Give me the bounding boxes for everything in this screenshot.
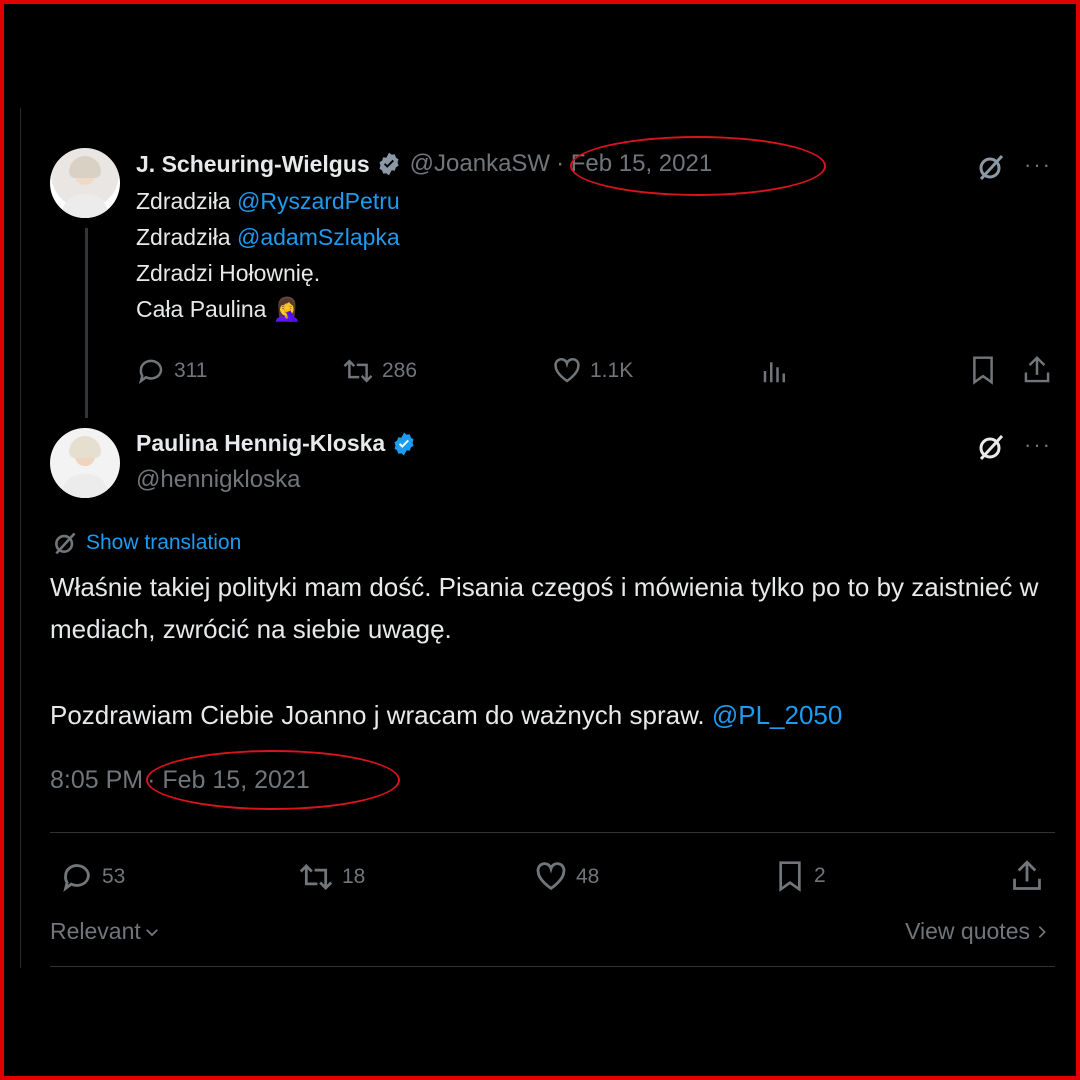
tweet-body: Właśnie takiej polityki mam dość. Pisani… (50, 572, 1039, 644)
tweet-date: · Feb 15, 2021 (147, 766, 310, 794)
heart-icon (536, 862, 566, 891)
view-quotes-label: View quotes (905, 918, 1030, 944)
tweet-timestamp[interactable]: 8:05 PM · Feb 15, 2021 (50, 766, 310, 795)
like-count: 1.1K (590, 359, 634, 382)
tweet-date[interactable]: · Feb 15, 2021 (556, 150, 712, 178)
reply-count: 311 (174, 359, 208, 382)
tweet-body: Pozdrawiam Ciebie Joanno j wracam do waż… (50, 700, 843, 730)
sort-dropdown[interactable]: Relevant (50, 918, 161, 945)
bookmark-icon[interactable] (968, 354, 998, 386)
mention-link[interactable]: @PL_2050 (712, 700, 843, 730)
share-icon[interactable] (1022, 354, 1052, 386)
author-handle[interactable]: @JoankaSW (410, 150, 550, 178)
more-icon[interactable]: ··· (1024, 432, 1052, 458)
mention-link[interactable]: @RyszardPetru (237, 188, 400, 214)
author-name[interactable]: J. Scheuring-Wielgus (136, 151, 370, 178)
thread-line (85, 228, 88, 418)
author-handle[interactable]: @hennigkloska (136, 466, 300, 494)
reply-button[interactable]: 311 (136, 356, 207, 386)
grok-icon[interactable] (976, 432, 1006, 462)
more-icon[interactable]: ··· (1024, 152, 1052, 178)
bookmark-count: 2 (814, 864, 826, 887)
chevron-down-icon (145, 928, 158, 936)
reply-icon (138, 359, 163, 385)
like-button[interactable]: 1.1K (552, 356, 633, 386)
tweet-line: Zdradziła @adamSzlapka (136, 224, 400, 250)
tweet-header: Paulina Hennig-Kloska (136, 430, 417, 457)
column-border (20, 108, 21, 968)
avatar[interactable] (50, 428, 120, 498)
tweet-line: Cała Paulina 🤦‍♀️ (136, 296, 302, 322)
tweet-line: Zdradziła @RyszardPetru (136, 188, 400, 214)
repost-icon (299, 863, 333, 891)
grok-icon[interactable] (976, 152, 1006, 182)
repost-button[interactable]: 286 (342, 356, 417, 386)
repost-count: 286 (382, 359, 418, 382)
reply-icon (63, 864, 90, 892)
show-translation-label: Show translation (86, 531, 242, 554)
divider (50, 832, 1055, 833)
share-icon[interactable] (1010, 858, 1044, 894)
tweet-header: J. Scheuring-Wielgus @JoankaSW · Feb 15,… (136, 150, 712, 178)
show-translation-link[interactable]: Show translation (52, 530, 241, 556)
author-name[interactable]: Paulina Hennig-Kloska (136, 430, 385, 457)
divider (50, 966, 1055, 967)
bookmark-icon (779, 861, 801, 892)
repost-icon (343, 359, 373, 383)
bookmark-button[interactable]: 2 (774, 858, 826, 894)
tweet-time: 8:05 PM (50, 766, 144, 794)
repost-button[interactable]: 18 (298, 860, 365, 894)
mention-link[interactable]: @adamSzlapka (237, 224, 400, 250)
tweet-text: Zdradziła @RyszardPetru Zdradziła @adamS… (136, 188, 400, 332)
repost-count: 18 (342, 865, 366, 888)
view-quotes-link[interactable]: View quotes (905, 918, 1050, 945)
like-count: 48 (576, 865, 600, 888)
reply-count: 53 (102, 865, 126, 888)
verified-badge-icon (394, 432, 414, 455)
translate-icon (55, 532, 76, 555)
verified-badge-icon (379, 152, 399, 176)
reply-button[interactable]: 53 (60, 860, 125, 894)
avatar[interactable] (50, 148, 120, 218)
like-button[interactable]: 48 (534, 860, 599, 894)
heart-icon (554, 357, 580, 383)
chevron-right-icon (1038, 925, 1046, 938)
analytics-icon[interactable] (760, 356, 790, 386)
sort-label: Relevant (50, 918, 141, 944)
tweet-line: Zdradzi Hołownię. (136, 260, 321, 286)
